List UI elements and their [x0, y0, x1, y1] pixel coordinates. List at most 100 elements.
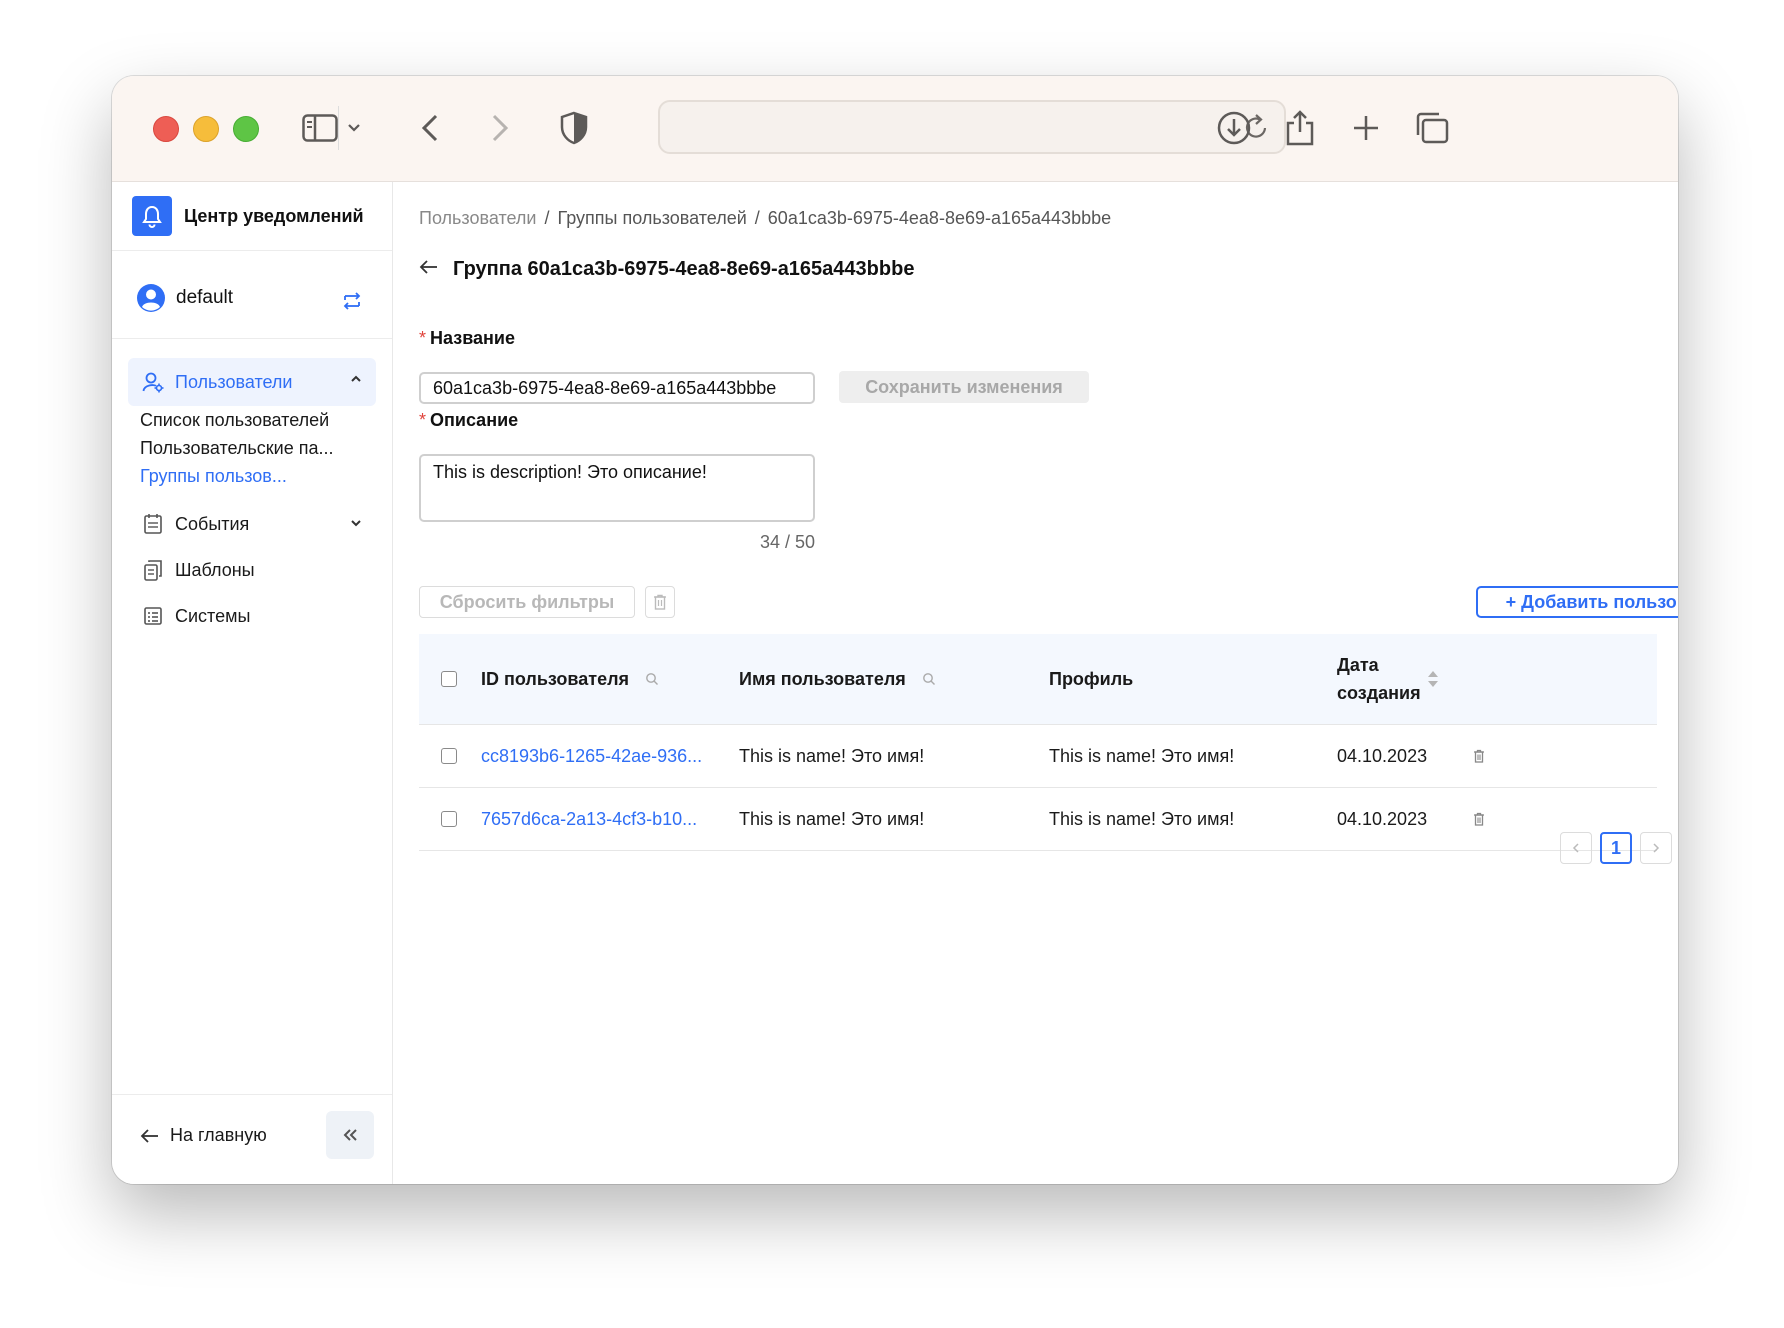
bell-icon — [132, 196, 172, 236]
user-id-link[interactable]: 7657d6ca-2a13-4cf3-b10... — [481, 788, 697, 850]
tabs-overview-icon[interactable] — [1410, 106, 1454, 150]
chevron-left-icon — [1572, 843, 1579, 853]
select-all-checkbox[interactable] — [441, 671, 457, 687]
sidebar-item-users[interactable]: Пользователи — [128, 358, 376, 406]
user-settings-icon — [141, 370, 165, 394]
sort-icon[interactable] — [1427, 634, 1439, 724]
description-label-text: Описание — [430, 410, 519, 430]
sidebar-item-events[interactable]: События — [128, 502, 376, 546]
sidebar-item-label: Шаблоны — [175, 559, 255, 580]
user-name-cell: This is name! Это имя! — [739, 745, 925, 766]
table-header: ID пользователя Имя пользователя Профиль… — [419, 634, 1657, 725]
list-icon — [141, 604, 165, 628]
delete-row-button[interactable] — [1473, 788, 1485, 850]
sidebar-subitem-user-list[interactable]: Список пользователей — [140, 410, 329, 431]
divider — [112, 250, 392, 251]
reset-filters-button[interactable]: Сбросить фильтры — [419, 586, 635, 618]
column-header-id-label: ID пользователя — [481, 668, 630, 689]
sidebar-toggle-icon[interactable] — [298, 106, 342, 150]
sidebar-footer: На главную — [112, 1094, 392, 1184]
breadcrumb-item-groups[interactable]: Группы пользователей — [558, 208, 747, 228]
user-switcher[interactable]: default — [136, 278, 372, 318]
trash-icon — [1474, 812, 1484, 826]
sidebar-item-label: Пользователи — [175, 371, 293, 392]
description-field-label: * Описание — [419, 410, 518, 431]
row-checkbox-cell — [441, 788, 457, 850]
divider — [112, 338, 392, 339]
forward-nav-icon[interactable] — [478, 106, 522, 150]
new-tab-icon[interactable] — [1344, 106, 1388, 150]
created-date-cell: 04.10.2023 — [1337, 745, 1428, 766]
home-link[interactable]: На главную — [140, 1125, 267, 1146]
chevron-down-icon[interactable] — [338, 106, 369, 150]
next-page-button[interactable] — [1640, 832, 1672, 864]
breadcrumb-separator: / — [544, 208, 550, 228]
add-user-button[interactable]: + Добавить пользователя — [1476, 586, 1678, 618]
table-row[interactable]: cc8193b6-1265-42ae-936... This is name! … — [419, 725, 1657, 788]
users-table: ID пользователя Имя пользователя Профиль… — [419, 634, 1657, 851]
collapse-sidebar-button[interactable] — [326, 1111, 374, 1159]
bulk-delete-button[interactable] — [645, 586, 675, 618]
row-checkbox[interactable] — [441, 811, 457, 827]
double-chevron-left-icon — [343, 1129, 357, 1141]
user-name-cell: This is name! Это имя! — [739, 808, 925, 829]
column-header-name-label: Имя пользователя — [739, 668, 906, 689]
column-header-name: Имя пользователя — [739, 634, 936, 724]
trash-icon — [654, 594, 666, 610]
chevron-right-icon — [1653, 843, 1660, 853]
delete-row-button[interactable] — [1473, 725, 1485, 787]
browser-toolbar — [112, 76, 1678, 182]
name-input[interactable]: 60a1ca3b-6975-4ea8-8e69-a165a443bbbe — [419, 372, 815, 404]
back-arrow-icon[interactable] — [419, 259, 439, 280]
column-header-date[interactable]: Дата создания — [1337, 634, 1421, 724]
user-profile-cell: This is name! Это имя! — [1049, 745, 1235, 766]
arrow-left-icon — [140, 1128, 158, 1143]
save-changes-button[interactable]: Сохранить изменения — [839, 371, 1089, 403]
character-counter: 34 / 50 — [759, 532, 815, 552]
download-icon[interactable] — [1212, 106, 1256, 150]
row-checkbox-cell — [441, 725, 457, 787]
trash-icon — [1474, 749, 1484, 763]
column-header-profile: Профиль — [1049, 668, 1134, 689]
breadcrumb-item-users[interactable]: Пользователи — [419, 208, 536, 228]
browser-window: Центр уведомлений default Пользователи С… — [112, 76, 1678, 1184]
name-field-label: * Название — [419, 328, 515, 349]
minimize-window-button[interactable] — [193, 116, 219, 142]
user-name: default — [176, 287, 234, 308]
required-mark: * — [419, 410, 427, 430]
table-row[interactable]: 7657d6ca-2a13-4cf3-b10... This is name! … — [419, 788, 1657, 851]
user-avatar-icon — [137, 284, 165, 312]
user-id-link[interactable]: cc8193b6-1265-42ae-936... — [481, 725, 702, 787]
brand[interactable]: Центр уведомлений — [132, 196, 364, 236]
chevron-up-icon — [350, 372, 362, 390]
required-mark: * — [419, 328, 427, 348]
close-window-button[interactable] — [153, 116, 179, 142]
column-header-date-label-line2: создания — [1337, 683, 1421, 703]
sidebar-subitem-user-params[interactable]: Пользовательские па... — [140, 438, 334, 459]
description-textarea[interactable]: This is description! Это описание! — [419, 454, 815, 522]
sidebar-item-systems[interactable]: Системы — [128, 594, 376, 638]
sidebar-subitem-user-groups[interactable]: Группы пользов... — [140, 466, 287, 487]
brand-name: Центр уведомлений — [184, 205, 364, 226]
prev-page-button[interactable] — [1560, 832, 1592, 864]
main-content: Пользователи / Группы пользователей / 60a1ca… — [393, 182, 1678, 1184]
address-bar[interactable] — [658, 100, 1286, 154]
shield-icon[interactable] — [552, 106, 596, 150]
column-header-date-label-line1: Дата — [1337, 655, 1379, 675]
user-profile-cell: This is name! Это имя! — [1049, 808, 1235, 829]
page-title: Группа 60a1ca3b-6975-4ea8-8e69-a165a443b… — [453, 258, 915, 280]
search-icon[interactable] — [922, 672, 936, 686]
swap-icon[interactable] — [342, 292, 362, 315]
page-header: Группа 60a1ca3b-6975-4ea8-8e69-a165a443b… — [419, 258, 914, 281]
search-icon[interactable] — [645, 672, 659, 686]
back-nav-icon[interactable] — [408, 106, 452, 150]
share-icon[interactable] — [1278, 106, 1322, 150]
header-checkbox-cell — [441, 634, 457, 724]
page-button-current[interactable]: 1 — [1600, 832, 1632, 864]
chevron-down-icon — [350, 516, 362, 534]
sidebar: Центр уведомлений default Пользователи С… — [112, 182, 393, 1184]
sidebar-item-templates[interactable]: Шаблоны — [128, 548, 376, 592]
row-checkbox[interactable] — [441, 748, 457, 764]
zoom-window-button[interactable] — [233, 116, 259, 142]
sidebar-item-label: События — [175, 513, 250, 534]
